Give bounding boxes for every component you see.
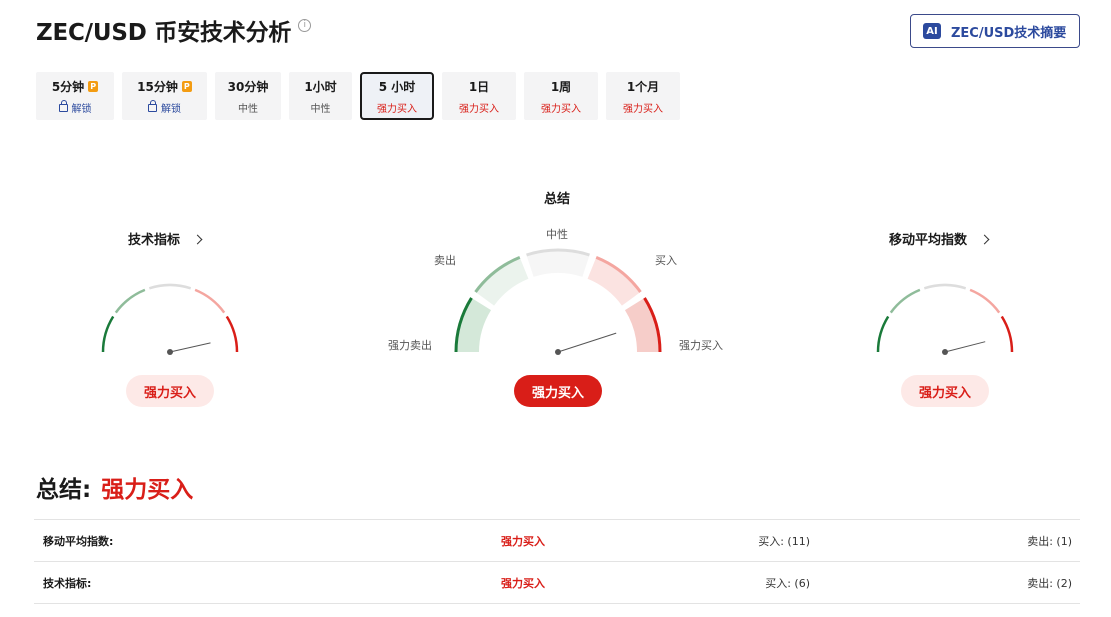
gauge-needle: [557, 332, 617, 353]
summary-headline: 总结: 强力买入: [36, 470, 193, 504]
ai-summary-label: ZEC/USD技术摘要: [951, 25, 1067, 41]
moving-average-gauge-dial: [876, 283, 1014, 355]
tab-5h[interactable]: 5 小时 强力买入: [360, 72, 434, 120]
gauge-arc-buy: [969, 288, 1001, 314]
chevron-right-icon: [979, 234, 990, 245]
chevron-right-icon: [192, 234, 203, 245]
moving-average-gauge-title[interactable]: 移动平均指数: [889, 229, 990, 248]
tab-status: 解锁: [161, 103, 181, 115]
gauge-needle: [944, 341, 986, 353]
tab-15m[interactable]: 15分钟 P 解锁: [122, 72, 207, 120]
gauge-pivot: [167, 349, 173, 355]
technical-gauge-dial: [101, 283, 239, 355]
summary-gauge-dial: [454, 248, 662, 355]
tab-status: 强力买入: [459, 103, 499, 115]
label-strong-sell: 强力卖出: [388, 339, 432, 352]
lock-icon: [148, 100, 157, 112]
timeframe-tabs: 5分钟 P 解锁 15分钟 P 解锁 30分钟 中性 1小时 中性 5 小时 强力买…: [36, 72, 688, 120]
summary-gauge-title: 总结: [544, 192, 571, 207]
summary-table: 移动平均指数: 强力买入 买入: (11) 卖出: (1) 技术指标: 强力买入…: [34, 519, 1080, 604]
gauge-arc-sell: [114, 288, 146, 314]
tab-label: 1小时: [304, 79, 337, 94]
page-title: ZEC/USD 币安技术分析: [36, 20, 292, 46]
tab-1w[interactable]: 1周 强力买入: [524, 72, 598, 120]
tab-status: 中性: [238, 103, 258, 115]
gauge-band-neutral: [526, 251, 590, 277]
tab-label: 5 小时: [378, 79, 416, 94]
summary-result-badge: 强力买入: [514, 375, 602, 407]
tab-status: 强力买入: [623, 103, 663, 115]
ai-icon: AI: [923, 23, 941, 39]
tab-status: 强力买入: [377, 103, 417, 115]
gauge-arc-neutral: [148, 283, 192, 290]
table-row: 移动平均指数: 强力买入 买入: (11) 卖出: (1): [34, 520, 1080, 562]
label-strong-buy: 强力买入: [679, 339, 723, 352]
label-neutral: 中性: [546, 228, 568, 241]
pro-icon: P: [88, 80, 99, 92]
tab-status: 解锁: [71, 103, 92, 115]
row-signal: 强力买入: [501, 577, 545, 590]
technical-gauge-title[interactable]: 技术指标: [128, 229, 203, 248]
gauge-band-strong-buy: [624, 298, 659, 353]
tab-30m[interactable]: 30分钟 中性: [215, 72, 281, 120]
moving-average-result-badge: 强力买入: [901, 375, 989, 407]
gauge-arc-buy: [194, 288, 226, 314]
row-buy-count: 买入: (11): [758, 535, 810, 548]
gauge-arc-neutral: [923, 283, 967, 290]
ai-summary-button[interactable]: AI ZEC/USD技术摘要: [910, 14, 1080, 48]
gauge-band-strong-sell: [457, 298, 492, 353]
table-row: 技术指标: 强力买入 买入: (6) 卖出: (2): [34, 562, 1080, 604]
gauge-arc-strong-sell: [101, 315, 115, 353]
row-buy-count: 买入: (6): [765, 577, 810, 590]
pro-icon: P: [181, 80, 192, 92]
tab-1mo[interactable]: 1个月 强力买入: [606, 72, 680, 120]
tab-5m[interactable]: 5分钟 P 解锁: [36, 72, 114, 120]
gauge-pivot: [555, 349, 561, 355]
row-name: 移动平均指数:: [43, 535, 114, 548]
tab-1d[interactable]: 1日 强力买入: [442, 72, 516, 120]
tab-label: 30分钟: [227, 79, 269, 94]
tab-label: 1个月: [626, 79, 660, 94]
gauge-pivot: [942, 349, 948, 355]
gauge-needle: [169, 342, 211, 353]
tab-label: 1周: [550, 79, 572, 94]
gauge-arc-sell: [889, 288, 921, 314]
tab-label: 15分钟: [137, 79, 178, 94]
summary-value: 强力买入: [101, 477, 194, 503]
row-name: 技术指标:: [43, 577, 92, 590]
technical-result-badge: 强力买入: [126, 375, 214, 407]
lock-icon: [58, 100, 68, 112]
tab-status: 强力买入: [541, 103, 581, 115]
info-icon[interactable]: i: [298, 18, 312, 32]
row-sell-count: 卖出: (1): [1027, 535, 1072, 548]
row-signal: 强力买入: [501, 535, 545, 548]
tab-1h[interactable]: 1小时 中性: [289, 72, 352, 120]
row-sell-count: 卖出: (2): [1027, 577, 1072, 590]
summary-label: 总结:: [36, 477, 92, 503]
tab-status: 中性: [310, 103, 331, 115]
page-header: ZEC/USD 币安技术分析 i: [36, 14, 312, 46]
tab-label: 5分钟: [51, 79, 85, 94]
gauge-arc-strong-sell: [876, 315, 890, 353]
gauge-arc-strong-buy: [1000, 315, 1014, 353]
tab-label: 1日: [468, 79, 490, 94]
gauge-arc-strong-buy: [225, 315, 239, 353]
